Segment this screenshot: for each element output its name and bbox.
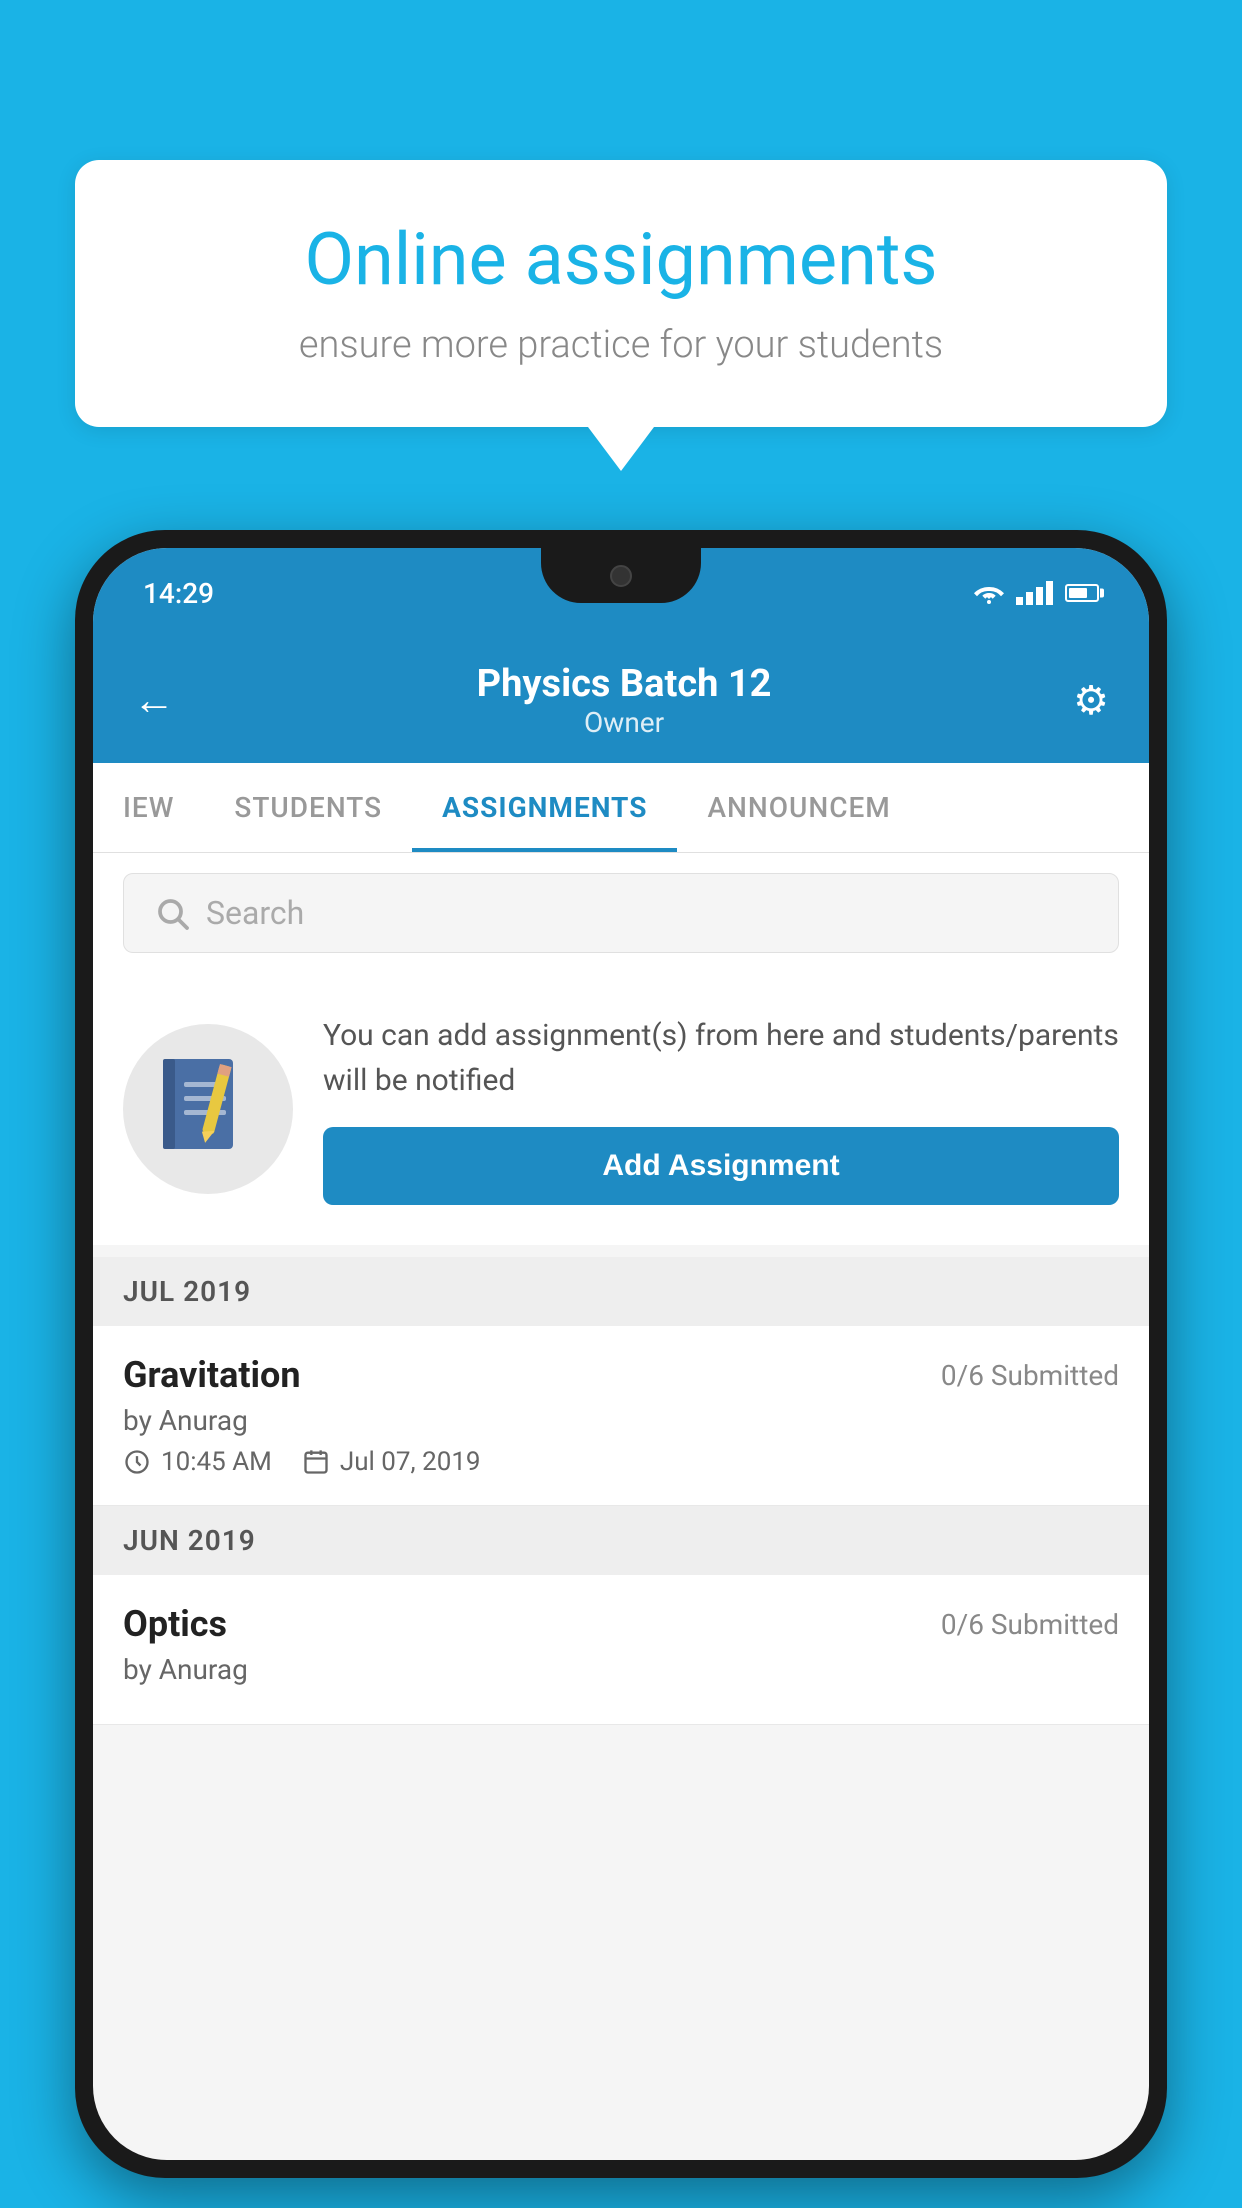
signal-icon — [1016, 581, 1053, 605]
batch-owner: Owner — [477, 706, 772, 739]
assignment-status: 0/6 Submitted — [941, 1359, 1119, 1392]
assignment-date: Jul 07, 2019 — [340, 1447, 481, 1477]
batch-title: Physics Batch 12 — [477, 662, 772, 706]
section-jul-2019: JUL 2019 — [93, 1257, 1149, 1326]
time-meta: 10:45 AM — [123, 1447, 272, 1477]
app-header: ← Physics Batch 12 Owner ⚙ — [93, 638, 1149, 763]
search-box[interactable]: Search — [123, 873, 1119, 953]
speech-bubble-subtitle: ensure more practice for your students — [145, 323, 1097, 367]
wifi-icon — [974, 581, 1004, 605]
assignment-name: Gravitation — [123, 1354, 301, 1396]
status-time: 14:29 — [143, 577, 214, 610]
speech-bubble: Online assignments ensure more practice … — [75, 160, 1167, 427]
status-bar: 14:29 — [93, 548, 1149, 638]
add-assignment-button[interactable]: Add Assignment — [323, 1127, 1119, 1205]
promo-content: You can add assignment(s) from here and … — [323, 1013, 1119, 1205]
calendar-icon — [302, 1448, 330, 1476]
camera — [610, 565, 632, 587]
settings-button[interactable]: ⚙ — [1073, 677, 1109, 724]
phone-frame: 14:29 — [75, 530, 1167, 2178]
battery-icon — [1065, 584, 1099, 602]
section-jun-2019: JUN 2019 — [93, 1506, 1149, 1575]
tab-announcements[interactable]: ANNOUNCEM — [677, 763, 920, 852]
promo-description: You can add assignment(s) from here and … — [323, 1013, 1119, 1103]
status-icons — [974, 581, 1099, 605]
assignment-meta: 10:45 AM Jul 07, 2019 — [123, 1447, 1119, 1477]
speech-bubble-wrapper: Online assignments ensure more practice … — [75, 160, 1167, 427]
tab-iew[interactable]: IEW — [93, 763, 204, 852]
date-meta: Jul 07, 2019 — [302, 1447, 481, 1477]
assignment-time: 10:45 AM — [161, 1447, 272, 1477]
tab-students[interactable]: STUDENTS — [204, 763, 412, 852]
clock-icon — [123, 1448, 151, 1476]
assignment-optics[interactable]: Optics 0/6 Submitted by Anurag — [93, 1575, 1149, 1725]
header-title-group: Physics Batch 12 Owner — [477, 662, 772, 739]
tab-assignments[interactable]: ASSIGNMENTS — [412, 763, 677, 852]
assignment-author: by Anurag — [123, 1404, 1119, 1437]
search-placeholder: Search — [206, 894, 304, 932]
promo-section: You can add assignment(s) from here and … — [93, 973, 1149, 1245]
optics-author: by Anurag — [123, 1653, 1119, 1686]
speech-bubble-title: Online assignments — [145, 220, 1097, 299]
notebook-icon — [158, 1054, 258, 1164]
optics-name: Optics — [123, 1603, 227, 1645]
promo-icon-circle — [123, 1024, 293, 1194]
search-icon — [154, 895, 190, 931]
back-button[interactable]: ← — [133, 676, 175, 725]
optics-status: 0/6 Submitted — [941, 1608, 1119, 1641]
assignment-row1: Gravitation 0/6 Submitted — [123, 1354, 1119, 1396]
assignment-gravitation[interactable]: Gravitation 0/6 Submitted by Anurag 10:4… — [93, 1326, 1149, 1506]
tabs-bar: IEW STUDENTS ASSIGNMENTS ANNOUNCEM — [93, 763, 1149, 853]
optics-row1: Optics 0/6 Submitted — [123, 1603, 1119, 1645]
search-container: Search — [93, 853, 1149, 973]
phone-screen: 14:29 — [93, 548, 1149, 2160]
phone-notch — [541, 548, 701, 603]
